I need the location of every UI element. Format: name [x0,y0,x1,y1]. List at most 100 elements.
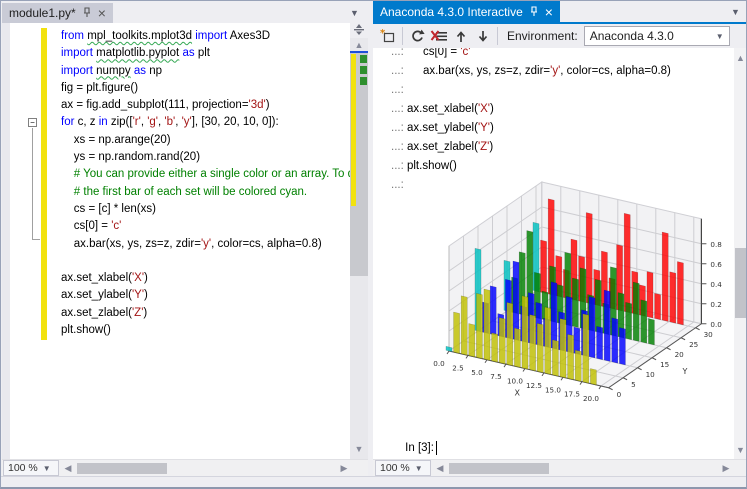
code-line: ...: ax.set_ylabel('Y') [391,119,731,138]
restart-kernel-button[interactable] [406,25,428,47]
svg-text:0.6: 0.6 [710,260,722,269]
arrow-down-icon [476,29,490,44]
environment-dropdown[interactable]: Anaconda 4.3.0 ▼ [584,26,730,46]
editor-hscroll-thumb[interactable] [77,463,167,474]
fold-collapse-box[interactable]: − [28,118,37,127]
svg-text:0.8: 0.8 [710,240,722,249]
interactive-toolbar: * Envi [373,24,734,48]
new-window-icon: * [380,28,396,44]
zoom-value: 100 % [380,462,410,474]
code-line: ...: ax.bar(xs, ys, zs=z, zdir='y', colo… [391,62,731,81]
code-line: # You can provide either a single color … [61,166,350,183]
chevron-down-icon: ▼ [415,464,423,473]
svg-text:5.0: 5.0 [471,368,483,377]
scroll-up-icon[interactable]: ▲ [734,52,747,64]
close-icon[interactable]: × [98,8,106,18]
close-icon[interactable]: × [545,7,553,17]
history-next-button[interactable] [472,25,494,47]
window-menu-chevron-icon[interactable]: ▼ [350,8,359,18]
hscroll-left-icon[interactable]: ◀ [434,462,446,474]
code-line: ...: ax.set_zlabel('Z') [391,138,731,157]
caret-position-mark [350,51,368,53]
editor-zoom-select[interactable]: 100 % ▼ [3,460,59,476]
code-line: ys = np.random.rand(20) [61,149,350,166]
interactive-zoom-select[interactable]: 100 % ▼ [375,460,431,476]
pin-icon[interactable] [529,6,539,18]
code-lines: from mpl_toolkits.mplot3d import Axes3Di… [61,28,350,339]
text-cursor [436,441,437,455]
code-line: plt.show() [61,322,350,339]
hscroll-right-icon[interactable]: ▶ [720,462,732,474]
code-line: cs = [c] * len(xs) [61,201,350,218]
new-interactive-window-button[interactable]: * [377,25,399,47]
code-line: ax.set_zlabel('Z') [61,305,350,322]
svg-text:*: * [380,28,386,39]
arrow-up-icon [454,29,468,44]
input-prompt-line[interactable]: In [3]: [386,420,437,459]
code-line: for c, z in zip(['r', 'g', 'b', 'y'], [3… [61,114,350,131]
fold-guide-foot [32,239,40,240]
hscroll-right-icon[interactable]: ▶ [338,462,350,474]
code-line: # the first bar of each set will be colo… [61,184,350,201]
code-line: import numpy as np [61,63,350,80]
interactive-vscrollbar[interactable]: ▲ ▼ [734,48,747,459]
scroll-up-icon[interactable]: ▲ [350,39,368,51]
svg-text:0: 0 [617,390,622,399]
svg-text:5: 5 [631,380,636,389]
history-previous-button[interactable] [450,25,472,47]
code-line [61,253,350,270]
indicator-margin [2,23,10,459]
editor-vscrollbar[interactable]: ▲ ▼ [350,23,368,459]
toolbar-separator [402,27,403,45]
tab-module1[interactable]: module1.py* × [2,3,113,23]
tab-anaconda-interactive[interactable]: Anaconda 4.3.0 Interactive × [373,1,560,22]
svg-text:20.0: 20.0 [583,394,599,403]
tab-title: module1.py* [9,6,76,20]
svg-text:0.4: 0.4 [710,280,722,289]
tab-title: Anaconda 4.3.0 Interactive [380,5,523,19]
hscroll-left-icon[interactable]: ◀ [62,462,74,474]
code-editor[interactable]: − from mpl_toolkits.mplot3d import Axes3… [2,23,368,459]
3d-bar-chart: 0.02.55.07.510.012.515.017.520.005101520… [383,166,733,416]
code-line: ...: ax.set_xlabel('X') [391,100,731,119]
svg-text:Y: Y [682,367,688,376]
code-line: ax.bar(xs, ys, zs=z, zdir='y', color=cs,… [61,236,350,253]
window-bottom-strip [1,476,747,488]
svg-text:20: 20 [675,350,685,359]
environment-label: Environment: [507,29,578,43]
interactive-body[interactable]: ...: cs[0] = 'c'...: ax.bar(xs, ys, zs=z… [373,48,734,459]
svg-text:17.5: 17.5 [564,390,580,399]
svg-text:10: 10 [646,370,656,379]
split-handle-icon[interactable] [350,23,368,38]
scroll-down-icon[interactable]: ▼ [734,444,747,456]
environment-value: Anaconda 4.3.0 [590,29,674,43]
svg-text:12.5: 12.5 [526,381,542,390]
saved-change-mark [360,55,367,63]
code-line: cs[0] = 'c' [61,218,350,235]
svg-text:15: 15 [660,360,669,369]
pin-icon[interactable] [82,7,92,19]
toolbar-separator [497,27,498,45]
window-menu-chevron-icon[interactable]: ▼ [731,7,740,17]
svg-text:15.0: 15.0 [545,385,561,394]
code-line: ...: cs[0] = 'c' [391,48,731,62]
track-changes-bar [41,28,47,340]
chevron-down-icon: ▼ [43,464,51,473]
interactive-bottom-bar: 100 % ▼ ◀ ▶ [373,459,747,476]
code-line: ...: [391,81,731,100]
code-line: ax.set_xlabel('X') [61,270,350,287]
code-line: ax.set_ylabel('Y') [61,287,350,304]
editor-tabstrip: module1.py* × ▼ [2,1,368,23]
clear-screen-button[interactable] [428,25,450,47]
interactive-hscroll-thumb[interactable] [449,463,549,474]
fold-guide-line [32,128,33,240]
svg-text:0.0: 0.0 [710,320,722,329]
input-prompt: In [3]: [405,442,434,454]
interactive-vscroll-thumb[interactable] [735,248,746,318]
scroll-down-icon[interactable]: ▼ [350,443,368,455]
code-line: fig = plt.figure() [61,80,350,97]
code-line: import matplotlib.pyplot as plt [61,45,350,62]
svg-text:25: 25 [689,340,698,349]
code-line: ax = fig.add_subplot(111, projection='3d… [61,97,350,114]
code-line: xs = np.arange(20) [61,132,350,149]
